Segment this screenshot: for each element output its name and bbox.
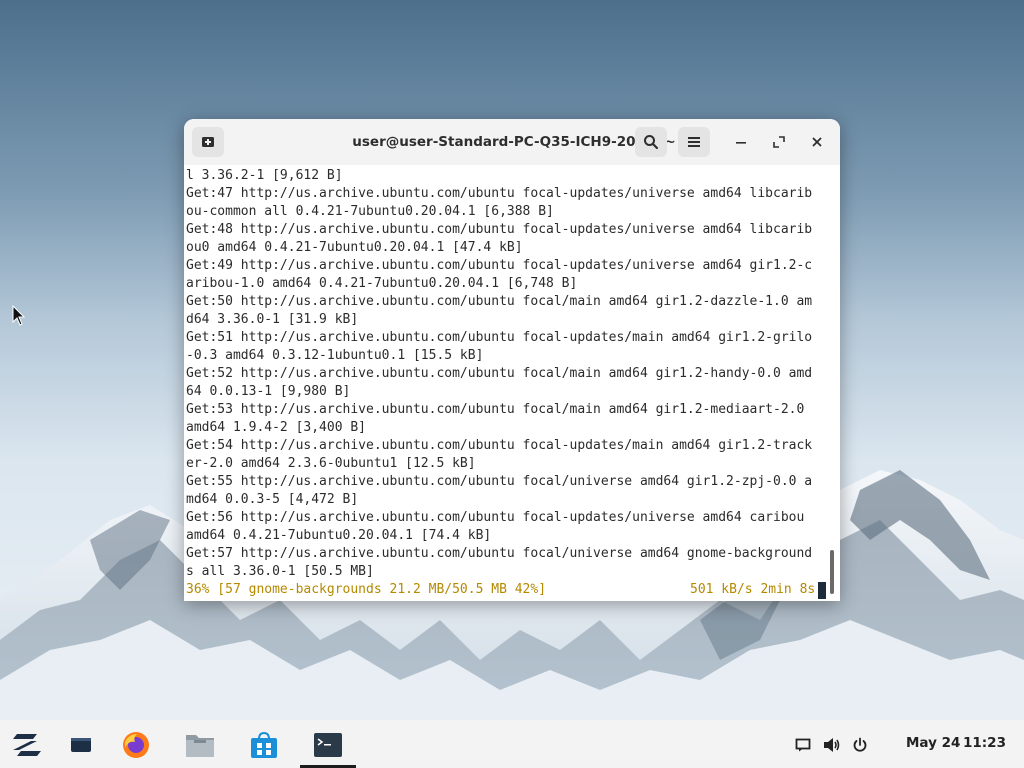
zorin-menu-button[interactable] — [12, 730, 42, 760]
new-tab-icon — [202, 137, 214, 147]
files-icon — [186, 735, 214, 757]
close-icon — [812, 137, 822, 147]
workspace-icon — [71, 738, 91, 752]
power-button[interactable] — [846, 730, 874, 760]
download-progress-status: 36% [57 gnome-backgrounds 21.2 MB/50.5 M… — [186, 582, 547, 597]
terminal-app-button[interactable] — [313, 730, 343, 760]
workspace-button[interactable] — [66, 730, 96, 760]
terminal-line: Get:51 http://us.archive.ubuntu.com/ubun… — [186, 330, 813, 345]
terminal-line: Get:55 http://us.archive.ubuntu.com/ubun… — [186, 474, 813, 489]
close-button[interactable] — [801, 127, 833, 157]
terminal-line: ou-common all 0.4.21-7ubuntu0.20.04.1 [6… — [186, 204, 554, 219]
notification-icon — [795, 738, 811, 752]
terminal-line: Get:57 http://us.archive.ubuntu.com/ubun… — [186, 546, 813, 561]
terminal-line: amd64 1.9.4-2 [3,400 B] — [186, 420, 367, 435]
terminal-icon — [314, 733, 342, 757]
firefox-button[interactable] — [121, 730, 151, 760]
taskbar — [0, 720, 1024, 768]
terminal-line: d64 3.36.0-1 [31.9 kB] — [186, 312, 359, 327]
terminal-output[interactable]: l 3.36.2-1 [9,612 B] Get:47 http://us.ar… — [184, 165, 840, 601]
terminal-line: amd64 0.4.21-7ubuntu0.20.04.1 [74.4 kB] — [186, 528, 492, 543]
clock-time[interactable]: 11:23 — [963, 735, 1006, 751]
clock-date[interactable]: May 24 — [906, 735, 960, 751]
search-icon — [644, 135, 659, 150]
terminal-line: Get:53 http://us.archive.ubuntu.com/ubun… — [186, 402, 805, 417]
terminal-line: aribou-1.0 amd64 0.4.21-7ubuntu0.20.04.1… — [186, 276, 578, 291]
terminal-line: Get:52 http://us.archive.ubuntu.com/ubun… — [186, 366, 813, 381]
volume-button[interactable] — [818, 730, 846, 760]
minimize-button[interactable] — [725, 127, 757, 157]
zorin-menu-icon — [13, 734, 41, 756]
terminal-line: md64 0.0.3-5 [4,472 B] — [186, 492, 359, 507]
maximize-button[interactable] — [763, 127, 795, 157]
window-titlebar[interactable]: user@user-Standard-PC-Q35-ICH9-2009: ~ — [184, 119, 840, 165]
terminal-line: Get:54 http://us.archive.ubuntu.com/ubun… — [186, 438, 813, 453]
maximize-icon — [773, 136, 785, 148]
terminal-line: Get:48 http://us.archive.ubuntu.com/ubun… — [186, 222, 813, 237]
terminal-line: 64 0.0.13-1 [9,980 B] — [186, 384, 351, 399]
terminal-window[interactable]: user@user-Standard-PC-Q35-ICH9-2009: ~ l… — [184, 119, 840, 601]
notifications-button[interactable] — [789, 730, 817, 760]
terminal-line: ou0 amd64 0.4.21-7ubuntu0.20.04.1 [47.4 … — [186, 240, 523, 255]
files-button[interactable] — [185, 730, 215, 760]
terminal-line: Get:50 http://us.archive.ubuntu.com/ubun… — [186, 294, 813, 309]
terminal-line: Get:56 http://us.archive.ubuntu.com/ubun… — [186, 510, 805, 525]
hamburger-menu-icon — [688, 137, 700, 147]
minimize-icon — [736, 142, 746, 144]
mouse-pointer-icon — [12, 305, 26, 326]
firefox-icon — [123, 732, 149, 758]
terminal-line: -0.3 amd64 0.3.12-1ubuntu0.1 [15.5 kB] — [186, 348, 484, 363]
download-speed-status: 501 kB/s 2min 8s — [690, 582, 816, 597]
volume-icon — [824, 738, 840, 752]
software-store-button[interactable] — [249, 730, 279, 760]
terminal-line: s all 3.36.0-1 [50.5 MB] — [186, 564, 374, 579]
menu-button[interactable] — [678, 127, 710, 157]
terminal-scrollbar[interactable] — [830, 550, 834, 594]
terminal-line: er-2.0 amd64 2.3.6-0ubuntu1 [12.5 kB] — [186, 456, 476, 471]
terminal-line: Get:49 http://us.archive.ubuntu.com/ubun… — [186, 258, 813, 273]
search-button[interactable] — [635, 127, 667, 157]
terminal-cursor — [818, 582, 826, 599]
terminal-line: Get:47 http://us.archive.ubuntu.com/ubun… — [186, 186, 813, 201]
new-tab-button[interactable] — [192, 127, 224, 157]
power-icon — [853, 737, 867, 752]
terminal-line: l 3.36.2-1 [9,612 B] — [186, 168, 343, 183]
software-store-icon — [251, 731, 277, 758]
